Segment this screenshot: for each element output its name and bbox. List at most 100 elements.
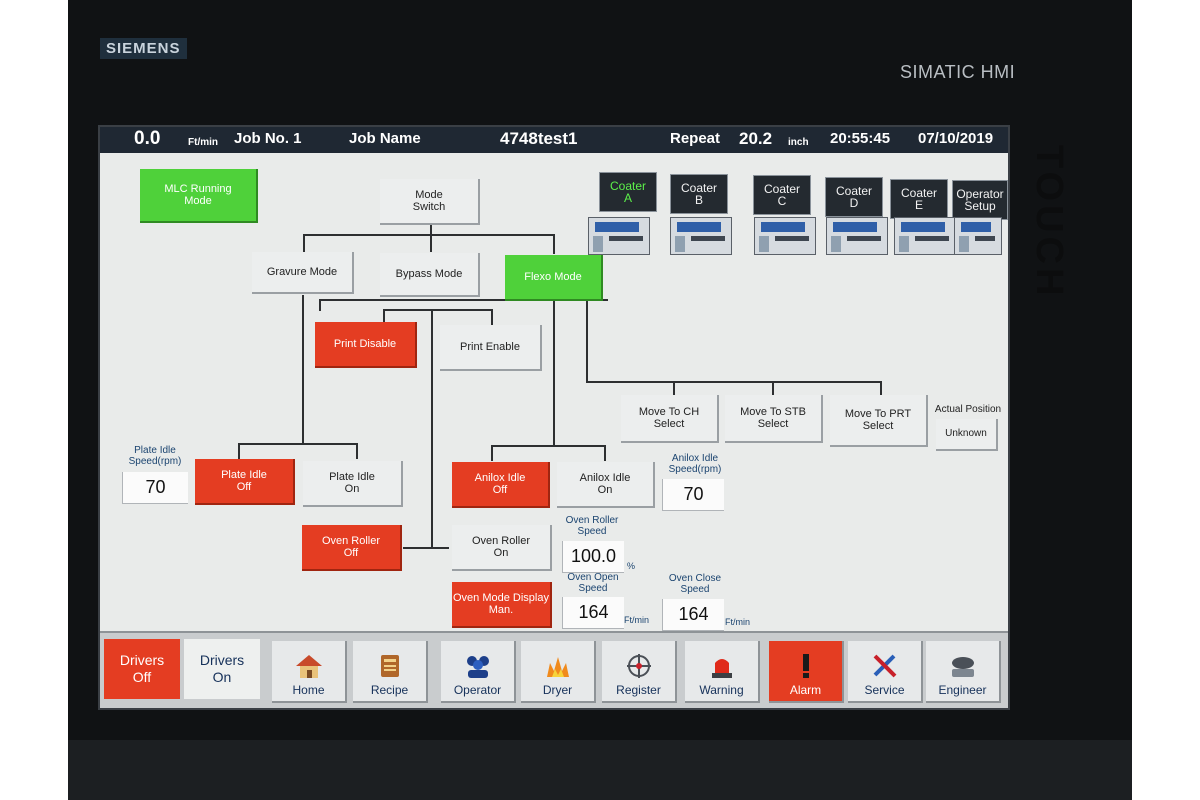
connector-line	[491, 309, 493, 325]
oven-open-speed-unit: Ft/min	[624, 615, 650, 625]
plate-idle-speed-label: Plate Idle Speed(rpm)	[128, 445, 182, 467]
mode-switch-button[interactable]: Mode Switch	[380, 179, 480, 225]
bottom-navigation: Drivers Off Drivers On Home Recipe Opera…	[100, 631, 1008, 708]
print-disable-button[interactable]: Print Disable	[315, 322, 417, 368]
recipe-icon	[380, 655, 399, 677]
connector-line	[491, 445, 493, 461]
touch-side-label: TOUCH	[1028, 145, 1070, 300]
nav-engineer-button[interactable]: Engineer	[926, 641, 1001, 703]
job-name-value: 4748test1	[500, 129, 578, 148]
oven-roller-speed-value[interactable]: 100.0	[562, 541, 624, 573]
drivers-on-button[interactable]: Drivers On	[184, 639, 260, 699]
service-tools-icon	[873, 654, 896, 678]
anilox-idle-off-button[interactable]: Anilox Idle Off	[452, 462, 550, 508]
nav-dryer-button[interactable]: Dryer	[521, 641, 596, 703]
machine-icon	[670, 217, 732, 255]
oven-roller-speed-label: Oven Roller Speed	[565, 515, 619, 537]
operator-setup-button[interactable]: Operator Setup	[952, 180, 1008, 220]
connector-line	[553, 299, 555, 445]
flexo-mode-button[interactable]: Flexo Mode	[505, 255, 603, 301]
hmi-bezel-bottom	[68, 740, 1132, 800]
job-number: Job No. 1	[234, 130, 302, 147]
oven-roller-off-button[interactable]: Oven Roller Off	[302, 525, 402, 571]
oven-roller-on-button[interactable]: Oven Roller On	[452, 525, 552, 571]
alarm-exclamation-icon	[802, 654, 809, 678]
connector-line	[491, 445, 606, 447]
plate-idle-on-button[interactable]: Plate Idle On	[303, 461, 403, 507]
repeat-value: 20.2	[739, 129, 773, 148]
coater-b-button[interactable]: Coater B	[670, 174, 728, 214]
connector-line	[302, 295, 304, 445]
nav-warning-button[interactable]: Warning	[685, 641, 760, 703]
connector-line	[238, 443, 240, 459]
register-crosshair-icon	[626, 654, 651, 678]
connector-line	[383, 309, 493, 311]
connector-line	[604, 445, 606, 461]
plate-idle-speed-value[interactable]: 70	[122, 472, 188, 504]
connector-line	[431, 309, 433, 549]
nav-recipe-button[interactable]: Recipe	[353, 641, 428, 703]
oven-open-speed-value[interactable]: 164	[562, 597, 624, 629]
device-model-label: SIMATIC HMI	[900, 62, 1016, 82]
machine-icon	[954, 217, 1002, 255]
bypass-mode-button[interactable]: Bypass Mode	[380, 253, 480, 297]
oven-open-speed-label: Oven Open Speed	[567, 572, 619, 594]
coater-d-button[interactable]: Coater D	[825, 177, 883, 217]
hmi-screen: 0.0 Ft/min Job No. 1 Job Name 4748test1 …	[98, 125, 1010, 710]
coater-c-button[interactable]: Coater C	[753, 175, 811, 215]
connector-line	[356, 443, 358, 459]
connector-line	[553, 234, 555, 254]
press-line-illustration	[574, 215, 1004, 257]
mlc-running-mode-indicator: MLC Running Mode	[140, 169, 258, 223]
coater-a-button[interactable]: Coater A	[599, 172, 657, 212]
actual-position-label: Actual Position	[934, 404, 1002, 415]
repeat-label: Repeat	[670, 130, 721, 147]
connector-line	[303, 234, 555, 236]
move-to-ch-button[interactable]: Move To CH Select	[621, 395, 719, 443]
connector-line	[303, 234, 305, 252]
dryer-flame-icon	[546, 657, 569, 677]
oven-roller-speed-unit: %	[627, 561, 636, 571]
move-to-prt-button[interactable]: Move To PRT Select	[830, 395, 928, 447]
print-enable-button[interactable]: Print Enable	[440, 325, 542, 371]
home-icon	[295, 655, 322, 678]
connector-line	[238, 443, 358, 445]
gravure-mode-button[interactable]: Gravure Mode	[252, 252, 354, 294]
nav-home-button[interactable]: Home	[272, 641, 347, 703]
connector-line	[880, 381, 882, 395]
status-header: 0.0 Ft/min Job No. 1 Job Name 4748test1 …	[100, 127, 1008, 153]
oven-close-speed-value[interactable]: 164	[662, 599, 724, 631]
anilox-idle-speed-label: Anilox Idle Speed(rpm)	[668, 453, 722, 475]
engineer-icon	[951, 657, 974, 677]
anilox-idle-speed-value[interactable]: 70	[662, 479, 724, 511]
clock-time: 20:55:45	[830, 130, 891, 147]
repeat-unit: inch	[788, 137, 809, 148]
connector-line	[319, 299, 321, 311]
nav-alarm-button[interactable]: Alarm	[769, 641, 844, 703]
nav-register-button[interactable]: Register	[602, 641, 677, 703]
connector-line	[403, 547, 449, 549]
actual-position-value: Unknown	[936, 419, 998, 451]
plate-idle-off-button[interactable]: Plate Idle Off	[195, 459, 295, 505]
warning-beacon-icon	[711, 659, 732, 678]
machine-icon	[588, 217, 650, 255]
machine-icon	[894, 217, 956, 255]
oven-mode-display-button[interactable]: Oven Mode Display Man.	[452, 582, 552, 628]
coater-e-button[interactable]: Coater E	[890, 179, 948, 219]
job-name-label: Job Name	[349, 130, 421, 147]
oven-close-speed-label: Oven Close Speed	[668, 573, 722, 595]
oven-close-speed-unit: Ft/min	[725, 617, 751, 627]
connector-line	[430, 234, 432, 252]
anilox-idle-on-button[interactable]: Anilox Idle On	[557, 462, 655, 508]
clock-date: 07/10/2019	[918, 130, 994, 147]
nav-operator-button[interactable]: Operator	[441, 641, 516, 703]
connector-line	[772, 381, 774, 395]
connector-line	[586, 381, 882, 383]
move-to-stb-button[interactable]: Move To STB Select	[725, 395, 823, 443]
line-speed-unit: Ft/min	[188, 137, 218, 148]
brand-logo: SIEMENS	[100, 38, 187, 59]
nav-service-button[interactable]: Service	[848, 641, 923, 703]
drivers-off-button[interactable]: Drivers Off	[104, 639, 180, 699]
connector-line	[673, 381, 675, 395]
line-speed-value: 0.0	[134, 128, 161, 149]
